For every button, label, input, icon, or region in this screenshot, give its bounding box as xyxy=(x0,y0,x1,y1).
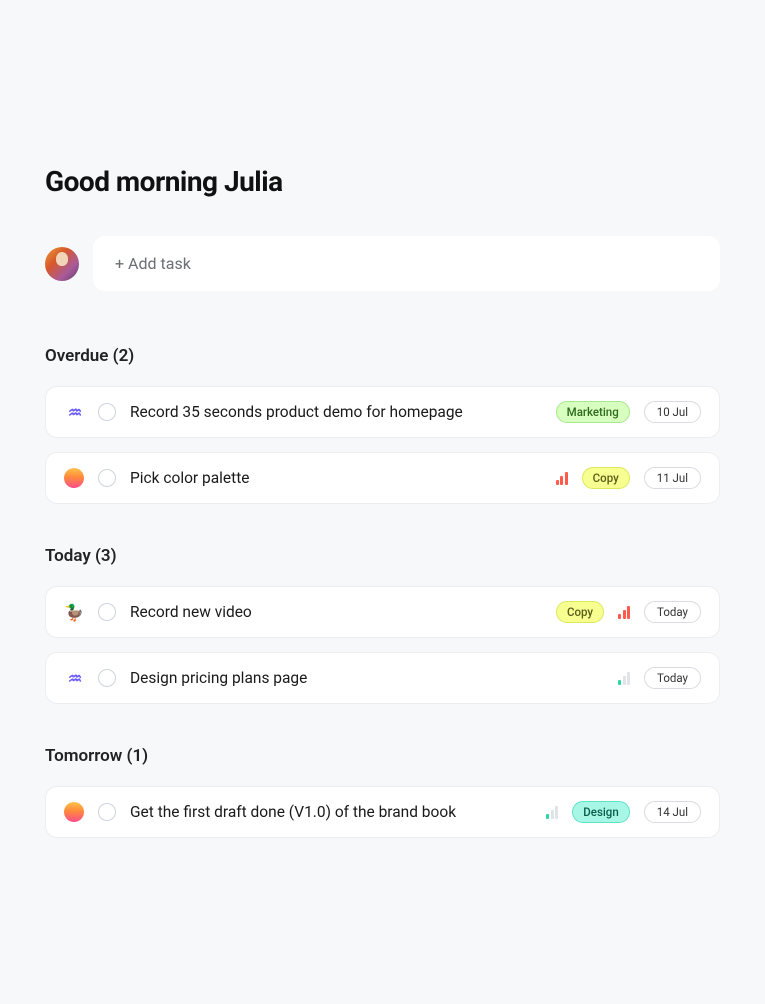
task-row[interactable]: Pick color palette Copy 11 Jul xyxy=(45,452,720,504)
section-overdue: Overdue (2) ♒︎ Record 35 seconds product… xyxy=(45,346,720,504)
task-row[interactable]: 🦆 Record new video Copy Today xyxy=(45,586,720,638)
task-row[interactable]: ♒︎ Record 35 seconds product demo for ho… xyxy=(45,386,720,438)
task-checkbox[interactable] xyxy=(98,803,116,821)
priority-low-icon xyxy=(618,672,630,685)
aquarius-icon: ♒︎ xyxy=(64,402,84,422)
section-tomorrow: Tomorrow (1) Get the first draft done (V… xyxy=(45,746,720,838)
add-task-input[interactable]: + Add task xyxy=(93,236,720,291)
priority-high-icon xyxy=(556,472,568,485)
priority-high-icon xyxy=(618,606,630,619)
task-checkbox[interactable] xyxy=(98,603,116,621)
tag-marketing[interactable]: Marketing xyxy=(556,401,630,423)
section-title: Today (3) xyxy=(45,546,720,566)
user-avatar[interactable] xyxy=(45,247,79,281)
task-checkbox[interactable] xyxy=(98,403,116,421)
section-title: Tomorrow (1) xyxy=(45,746,720,766)
due-date[interactable]: Today xyxy=(644,667,701,689)
tag-copy[interactable]: Copy xyxy=(582,467,630,489)
task-row[interactable]: ♒︎ Design pricing plans page Today xyxy=(45,652,720,704)
aquarius-icon: ♒︎ xyxy=(64,668,84,688)
duck-icon: 🦆 xyxy=(64,602,84,622)
tag-design[interactable]: Design xyxy=(572,801,629,823)
page-greeting: Good morning Julia xyxy=(45,165,720,198)
task-title: Pick color palette xyxy=(130,469,542,487)
due-date[interactable]: 10 Jul xyxy=(644,401,701,423)
gradient-circle-icon xyxy=(64,468,84,488)
task-title: Record 35 seconds product demo for homep… xyxy=(130,403,542,421)
priority-low-icon xyxy=(546,806,558,819)
due-date[interactable]: Today xyxy=(644,601,701,623)
due-date[interactable]: 14 Jul xyxy=(644,801,701,823)
task-title: Record new video xyxy=(130,603,542,621)
tag-copy[interactable]: Copy xyxy=(556,601,604,623)
add-task-row: + Add task xyxy=(45,236,720,291)
section-today: Today (3) 🦆 Record new video Copy Today … xyxy=(45,546,720,704)
due-date[interactable]: 11 Jul xyxy=(644,467,701,489)
task-title: Get the first draft done (V1.0) of the b… xyxy=(130,803,532,821)
section-title: Overdue (2) xyxy=(45,346,720,366)
task-row[interactable]: Get the first draft done (V1.0) of the b… xyxy=(45,786,720,838)
task-checkbox[interactable] xyxy=(98,469,116,487)
task-checkbox[interactable] xyxy=(98,669,116,687)
gradient-circle-icon xyxy=(64,802,84,822)
task-title: Design pricing plans page xyxy=(130,669,604,687)
